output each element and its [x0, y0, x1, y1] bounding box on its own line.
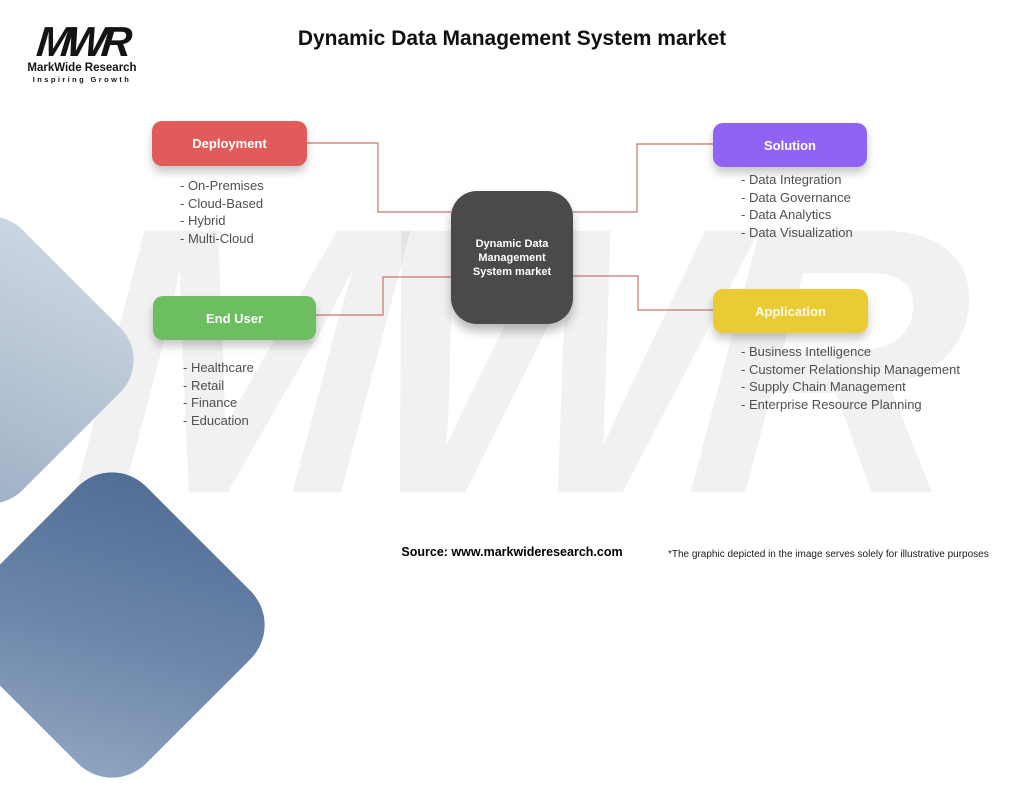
list-item: - Finance [183, 395, 238, 410]
list-item: - Supply Chain Management [741, 379, 906, 394]
page-title: Dynamic Data Management System market [297, 27, 727, 50]
solution-list: - Data Integration - Data Governance - D… [741, 171, 853, 241]
connector-end-user [316, 276, 451, 316]
end-user-label: End User [205, 310, 264, 326]
list-item: - Data Governance [741, 189, 851, 205]
center-node-label: Dynamic Data Management System market [472, 237, 552, 278]
list-item: - On-Premises [180, 178, 264, 193]
solution-label: Solution [764, 137, 816, 153]
list-item: - Retail [183, 377, 225, 393]
list-item: - Data Integration [741, 172, 842, 187]
logo-tagline: Inspiring Growth [32, 75, 132, 84]
list-item: - Cloud-Based [180, 195, 264, 211]
deployment-list: - On-Premises - Cloud-Based - Hybrid - M… [180, 177, 264, 247]
deployment-label: Deployment [192, 136, 267, 151]
connector-solution [573, 143, 713, 213]
deployment-box: Deployment [152, 121, 307, 166]
list-item: - Data Analytics [741, 207, 832, 222]
application-list: - Business Intelligence - Customer Relat… [741, 343, 960, 413]
end-user-box: End User [153, 296, 316, 340]
list-item: - Data Visualization [741, 224, 853, 240]
list-item: - Business Intelligence [741, 344, 872, 359]
list-item: - Multi-Cloud [180, 230, 254, 246]
list-item: - Customer Relationship Management [741, 361, 960, 377]
solution-box: Solution [713, 123, 867, 167]
application-box: Application [713, 289, 868, 333]
connector-application [573, 275, 713, 311]
application-label: Application [755, 303, 826, 319]
end-user-list: - Healthcare - Retail - Finance - Educat… [183, 359, 254, 429]
list-item: - Healthcare [183, 360, 254, 375]
list-item: - Enterprise Resource Planning [741, 396, 922, 412]
connector-deployment [307, 142, 451, 213]
center-node: Dynamic Data Management System market [451, 191, 573, 324]
list-item: - Education [183, 412, 249, 428]
list-item: - Hybrid [180, 213, 226, 228]
disclaimer-text: *The graphic depicted in the image serve… [668, 549, 989, 560]
